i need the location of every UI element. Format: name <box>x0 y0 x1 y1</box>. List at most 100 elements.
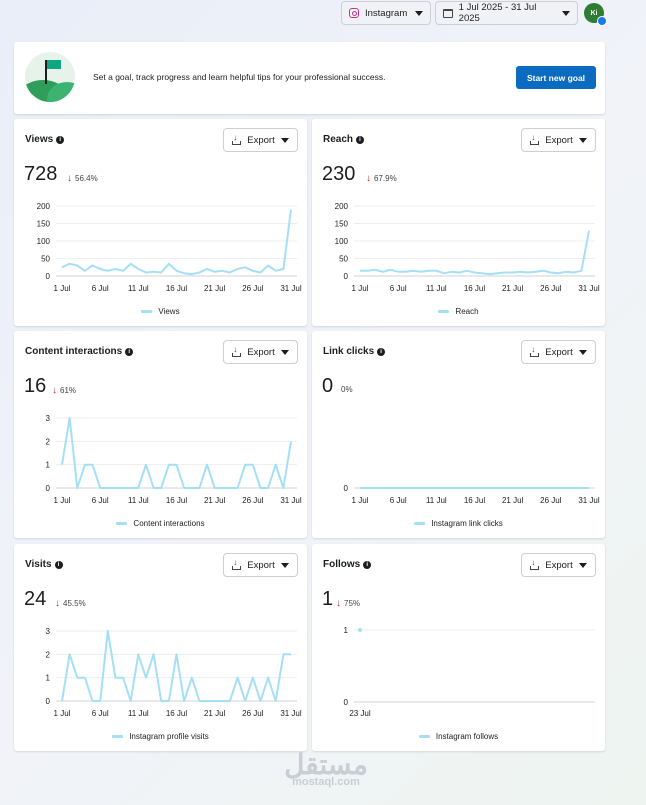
y-tick-label: 0 <box>344 698 349 707</box>
chevron-down-icon <box>280 562 289 568</box>
account-selector[interactable]: Instagram <box>341 1 431 25</box>
chevron-down-icon <box>578 562 587 568</box>
link-clicks-change: 0% <box>341 385 353 394</box>
info-icon[interactable]: i <box>54 560 63 569</box>
goal-flag-illustration <box>25 52 75 102</box>
y-tick-label: 0 <box>46 484 51 493</box>
views-title: Views i <box>25 134 65 145</box>
reach-change: ↓ 67.9% <box>366 173 397 184</box>
info-icon[interactable]: i <box>377 347 386 356</box>
x-tick-label: 26 Jul <box>242 496 264 505</box>
x-tick-label: 31 Jul <box>280 284 302 293</box>
x-tick-label: 16 Jul <box>464 496 486 505</box>
views-change: ↓ 56.4% <box>67 173 98 184</box>
content-interactions-change: ↓ 61% <box>52 385 76 396</box>
series-line <box>61 630 291 702</box>
x-tick-label: 1 Jul <box>352 284 369 293</box>
calendar-icon <box>443 8 453 18</box>
date-range-selector[interactable]: 1 Jul 2025 - 31 Jul 2025 <box>435 1 578 25</box>
views-card: 0 50 100 150 200 1 Jul 6 Jul 11 Jul 16 Jul 21 Jul… <box>14 119 307 326</box>
link-clicks-export-button[interactable]: Export <box>521 340 596 364</box>
content-interactions-export-button[interactable]: Export <box>223 340 298 364</box>
follows-title: Follows i <box>323 559 372 570</box>
follows-card: 0123 JulFollowsiExport1↓75%Instagram fol… <box>312 544 605 751</box>
y-tick-label: 150 <box>37 220 51 229</box>
info-icon[interactable]: i <box>356 135 365 144</box>
legend-swatch <box>112 735 124 738</box>
follows-legend: Instagram follows <box>312 732 605 741</box>
reach-export-button[interactable]: Export <box>521 128 596 152</box>
x-tick-label: 16 Jul <box>166 284 188 293</box>
y-tick-label: 50 <box>41 255 50 264</box>
x-tick-label: 23 Jul <box>349 709 371 718</box>
export-label: Export <box>545 346 573 358</box>
x-tick-label: 11 Jul <box>128 496 149 505</box>
y-tick-label: 0 <box>46 272 51 281</box>
arrow-down-icon: ↓ <box>55 598 60 609</box>
change-percent: 0% <box>341 385 353 394</box>
visits-export-button[interactable]: Export <box>223 553 298 577</box>
legend-swatch <box>438 310 450 313</box>
y-tick-label: 2 <box>46 650 51 659</box>
info-icon[interactable]: i <box>363 560 372 569</box>
instagram-icon <box>349 8 359 18</box>
chevron-down-icon <box>280 349 289 355</box>
arrow-down-icon: ↓ <box>366 173 371 184</box>
x-tick-label: 16 Jul <box>166 496 188 505</box>
follows-change: ↓ 75% <box>336 598 360 609</box>
watermark-latin: mostaql.com <box>292 776 360 788</box>
reach-card: 0 50 100 150 200 1 Jul 6 Jul 11 Jul 16 Jul 21 Jul… <box>312 119 605 326</box>
x-tick-label: 1 Jul <box>352 496 369 505</box>
x-tick-label: 21 Jul <box>502 496 524 505</box>
legend-label: Instagram follows <box>435 732 499 741</box>
arrow-down-icon: ↓ <box>52 385 57 396</box>
download-icon <box>232 558 242 570</box>
x-tick-label: 11 Jul <box>426 284 447 293</box>
x-tick-label: 1 Jul <box>54 709 71 718</box>
download-icon <box>232 133 242 145</box>
y-tick-label: 0 <box>46 697 51 706</box>
content-interactions-card: 01231 Jul 6 Jul 11 Jul 16 Jul 21 Jul 26 Jul 31… <box>14 331 307 538</box>
start-new-goal-button[interactable]: Start new goal <box>516 66 596 89</box>
series-line <box>61 209 292 276</box>
y-tick-label: 3 <box>46 627 51 636</box>
chevron-down-icon <box>578 349 587 355</box>
change-percent: 75% <box>344 599 361 608</box>
info-icon[interactable]: i <box>125 347 134 356</box>
download-icon <box>530 133 540 145</box>
export-label: Export <box>545 559 573 571</box>
y-tick-label: 50 <box>339 255 348 264</box>
download-icon <box>530 345 540 357</box>
goal-banner: Set a goal, track progress and learn hel… <box>14 42 605 114</box>
legend-swatch <box>141 310 153 313</box>
arrow-down-icon: ↓ <box>336 598 341 609</box>
content-interactions-title: Content interactions i <box>25 346 134 357</box>
x-tick-label: 21 Jul <box>204 709 226 718</box>
card-title-text: Visits <box>25 559 52 570</box>
change-percent: 61% <box>60 386 77 395</box>
date-range-label: 1 Jul 2025 - 31 Jul 2025 <box>458 2 537 24</box>
y-tick-label: 1 <box>344 626 349 635</box>
avatar[interactable]: Ki <box>584 3 607 26</box>
change-percent: 67.9% <box>374 174 397 183</box>
x-tick-label: 31 Jul <box>280 709 302 718</box>
legend-swatch <box>414 522 426 525</box>
follows-export-button[interactable]: Export <box>521 553 596 577</box>
visits-change: ↓ 45.5% <box>55 598 86 609</box>
x-tick-label: 21 Jul <box>204 496 226 505</box>
y-tick-label: 100 <box>335 237 349 246</box>
arrow-down-icon: ↓ <box>67 173 72 184</box>
x-tick-label: 11 Jul <box>128 284 149 293</box>
info-icon[interactable]: i <box>56 135 65 144</box>
x-tick-label: 16 Jul <box>464 284 486 293</box>
x-tick-label: 21 Jul <box>204 284 226 293</box>
watermark: مستقل mostaql.com <box>281 750 371 789</box>
x-tick-label: 11 Jul <box>426 496 447 505</box>
legend-label: Instagram profile visits <box>129 732 209 741</box>
views-export-button[interactable]: Export <box>223 128 298 152</box>
legend-swatch <box>418 735 430 738</box>
legend-swatch <box>116 522 128 525</box>
link-clicks-title: Link clicks i <box>323 346 386 357</box>
legend-label: Instagram link clicks <box>431 519 503 528</box>
chevron-down-icon <box>578 137 587 143</box>
